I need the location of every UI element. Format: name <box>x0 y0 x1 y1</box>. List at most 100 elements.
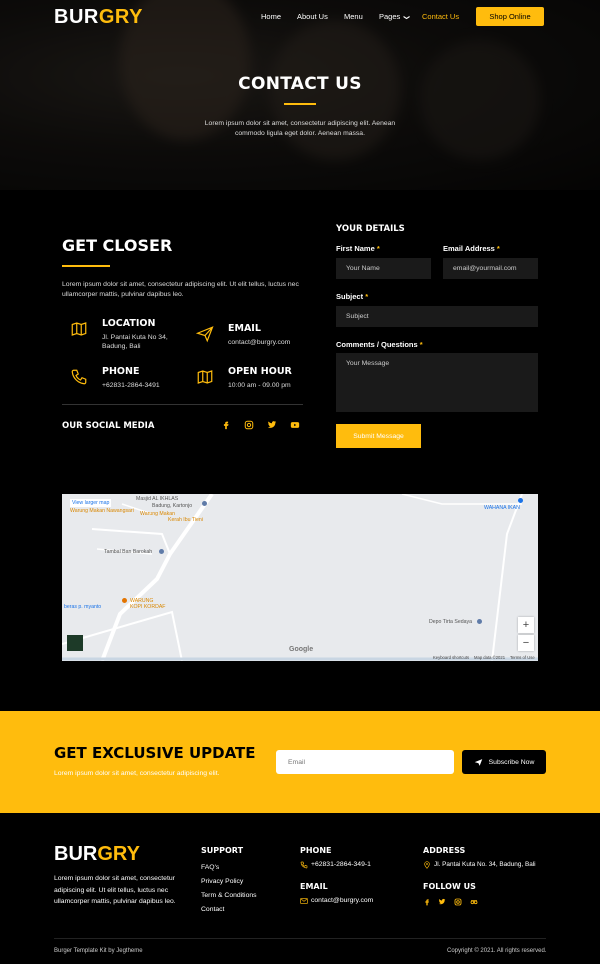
footer-phone-title: PHONE <box>300 846 332 855</box>
footer-email[interactable]: contact@burgry.com <box>311 897 373 904</box>
facebook-icon[interactable] <box>423 898 431 906</box>
footer-link-privacy[interactable]: Privacy Policy <box>201 878 243 885</box>
support-title: SUPPORT <box>201 846 244 855</box>
hero-banner: BURGRY Home About Us Menu Pages ❯ Contac… <box>0 0 600 190</box>
footer-logo[interactable]: BURGRY <box>54 843 140 866</box>
map-icon <box>71 322 87 336</box>
open-hour-info: OPEN HOUR 10:00 am - 09.00 pm <box>196 366 306 396</box>
email-input[interactable]: email@yourmail.com <box>443 258 538 279</box>
paper-plane-icon <box>196 326 214 343</box>
nav-pages[interactable]: Pages ❯ <box>379 12 409 21</box>
email-title: EMAIL <box>228 323 261 334</box>
location-title: LOCATION <box>102 318 156 329</box>
newsletter-title: GET EXCLUSIVE UPDATE <box>54 744 256 762</box>
tripadvisor-icon[interactable] <box>470 898 478 906</box>
phone-title: PHONE <box>102 366 140 377</box>
nav-menu[interactable]: Menu <box>344 12 363 21</box>
footer-email-title: EMAIL <box>300 882 328 891</box>
footer-divider <box>54 938 546 939</box>
shop-online-button[interactable]: Shop Online <box>476 7 544 26</box>
open-hour-text: 10:00 am - 09.00 pm <box>228 382 291 389</box>
nav-contact[interactable]: Contact Us <box>422 12 459 21</box>
map-pin <box>477 619 482 624</box>
map-pin <box>518 498 523 503</box>
keyboard-shortcuts-link[interactable]: Keyboard shortcuts <box>433 655 469 660</box>
email-label: Email Address * <box>443 244 500 253</box>
map-pin <box>202 501 207 506</box>
google-logo: Google <box>289 646 314 653</box>
facebook-icon[interactable] <box>221 420 231 430</box>
nav-about[interactable]: About Us <box>297 12 328 21</box>
location-pin-icon <box>424 861 430 869</box>
map-label: WAHANA IKAN <box>484 505 520 511</box>
subject-label: Subject * <box>336 292 369 301</box>
paper-plane-icon <box>474 758 482 766</box>
map-label: Depo Tirta Sedaya <box>429 619 472 625</box>
submit-message-button[interactable]: Submit Message <box>336 424 421 448</box>
title-underline <box>284 103 316 105</box>
mail-icon <box>300 898 308 904</box>
street-view-icon[interactable] <box>67 635 83 651</box>
subject-input[interactable]: Subject <box>336 306 538 327</box>
map-roads <box>62 494 538 661</box>
footer-phone: +62831-2864-349-1 <box>311 861 371 868</box>
phone-icon <box>300 861 308 869</box>
youtube-icon[interactable] <box>290 420 300 430</box>
instagram-icon[interactable] <box>244 420 254 430</box>
get-closer-underline <box>62 265 110 267</box>
phone-text: +62831-2864-3491 <box>102 382 160 389</box>
footer-text: Lorem ipsum dolor sit amet, consectetur … <box>54 875 176 905</box>
twitter-icon[interactable] <box>267 420 277 430</box>
first-name-label: First Name * <box>336 244 380 253</box>
map-label: Kerah Ibu Tieni <box>168 517 203 523</box>
newsletter-email-input[interactable]: Email <box>276 750 454 774</box>
footer-credit: Burger Template Kit by Jegtheme <box>54 948 143 954</box>
map-pin <box>159 549 164 554</box>
location-text: Jl. Pantai Kuta No 34, Badung, Bali <box>102 334 168 350</box>
divider <box>62 404 303 405</box>
map-data-credit: Map data ©2021 <box>474 655 506 660</box>
social-title: OUR SOCIAL MEDIA <box>62 421 155 431</box>
footer-copyright: Copyright © 2021. All rights reserved. <box>447 948 547 954</box>
comments-textarea[interactable]: Your Message <box>336 353 538 412</box>
comments-label: Comments / Questions * <box>336 340 423 349</box>
map-label: Warung Makan Nawangsari <box>70 508 134 514</box>
terms-of-use-link[interactable]: Terms of Use <box>510 655 535 660</box>
email-info: EMAIL contact@burgry.com <box>196 323 306 353</box>
map-icon <box>197 370 213 384</box>
form-title: YOUR DETAILS <box>336 224 405 234</box>
map-label: KOPI KORDAF <box>130 604 166 610</box>
map-label: Tambal Ban Barokah <box>104 549 153 555</box>
phone-icon <box>71 369 87 385</box>
subscribe-button[interactable]: Subscribe Now <box>462 750 546 774</box>
view-larger-map-link[interactable]: View larger map <box>70 499 112 507</box>
page-title: CONTACT US <box>238 74 362 94</box>
get-closer-text: Lorem ipsum dolor sit amet, consectetur … <box>62 281 299 298</box>
map-label: Badung, Kartonjo <box>152 503 193 509</box>
footer-address: Jl. Pantai Kuta No. 34, Badung, Bali <box>434 861 536 868</box>
brand-logo[interactable]: BURGRY <box>54 6 143 29</box>
email-text: contact@burgry.com <box>228 339 291 346</box>
map-pin <box>122 598 127 603</box>
address-title: ADDRESS <box>423 846 466 855</box>
twitter-icon[interactable] <box>438 898 446 906</box>
zoom-in-button[interactable]: + <box>518 617 534 633</box>
phone-info: PHONE +62831-2864-3491 <box>70 366 180 396</box>
footer-link-terms[interactable]: Term & Conditions <box>201 892 257 899</box>
instagram-icon[interactable] <box>454 898 462 906</box>
follow-title: FOLLOW US <box>423 882 476 891</box>
footer-link-faq[interactable]: FAQ's <box>201 864 219 871</box>
footer-link-contact[interactable]: Contact <box>201 906 224 913</box>
get-closer-title: GET CLOSER <box>62 236 173 255</box>
map-label: Masjid AL IKHLAS <box>136 496 179 502</box>
hero-text: Lorem ipsum dolor sit amet, consectetur … <box>204 120 396 137</box>
page: BURGRY Home About Us Menu Pages ❯ Contac… <box>0 0 600 964</box>
first-name-input[interactable]: Your Name <box>336 258 431 279</box>
newsletter-section: GET EXCLUSIVE UPDATE Lorem ipsum dolor s… <box>0 711 600 813</box>
newsletter-text: Lorem ipsum dolor sit amet, consectetur … <box>54 770 220 777</box>
map-embed[interactable]: View larger map Masjid AL IKHLAS Badung,… <box>62 494 538 661</box>
nav-home[interactable]: Home <box>261 12 281 21</box>
chevron-down-icon: ❯ <box>403 14 410 21</box>
location-info: LOCATION Jl. Pantai Kuta No 34, Badung, … <box>70 318 180 350</box>
zoom-out-button[interactable]: − <box>518 635 534 651</box>
